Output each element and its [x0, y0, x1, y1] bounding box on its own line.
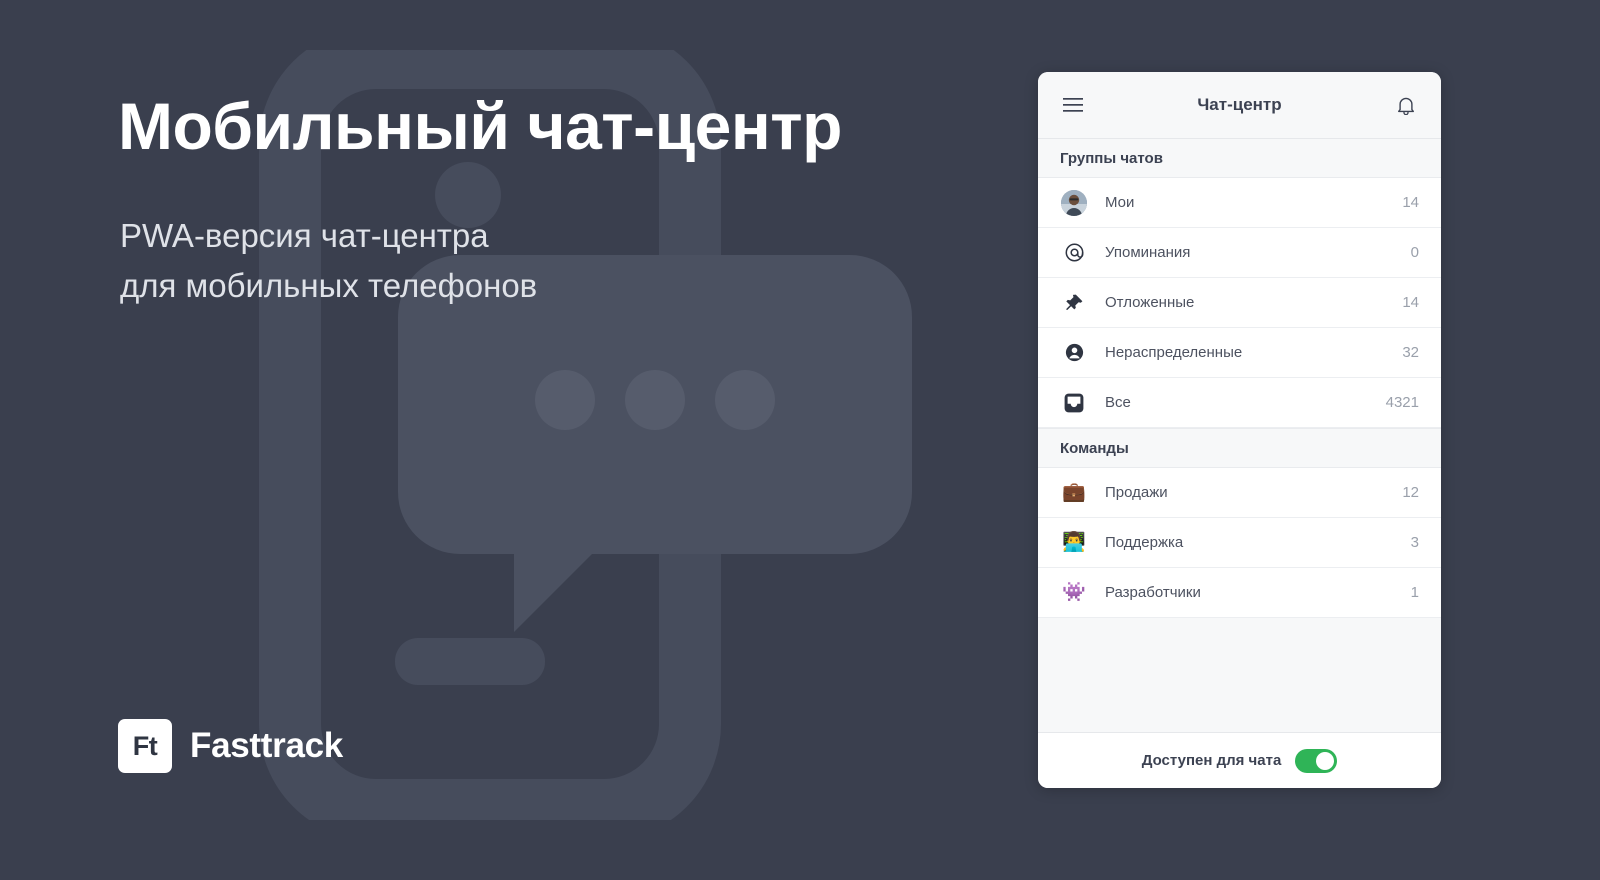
list-item-count: 14 — [1402, 294, 1419, 311]
list-item-all[interactable]: Все 4321 — [1038, 378, 1441, 428]
list-item-count: 0 — [1410, 244, 1419, 261]
page-title: Мобильный чат-центр — [118, 89, 842, 163]
status-bar: Доступен для чата — [1038, 733, 1441, 788]
user-avatar — [1060, 189, 1088, 216]
list-item-count: 1 — [1410, 584, 1419, 601]
list-item-unassigned[interactable]: Нераспределенные 32 — [1038, 328, 1441, 378]
list-item-label: Все — [1105, 394, 1131, 411]
inbox-tray-icon — [1060, 393, 1088, 413]
list-item-label: Поддержка — [1105, 534, 1184, 551]
brand-name: Fasttrack — [190, 726, 343, 765]
status-label: Доступен для чата — [1141, 752, 1282, 769]
page-subtitle-line-1: PWA-версия чат-центра — [120, 217, 489, 254]
section-header-chat-groups: Группы чатов — [1038, 139, 1441, 178]
list-item-count: 3 — [1410, 534, 1419, 551]
list-item-label: Упоминания — [1105, 244, 1191, 261]
list-item-support[interactable]: 👨‍💻 Поддержка 3 — [1038, 518, 1441, 568]
list-empty-area — [1038, 618, 1441, 733]
list-item-count: 12 — [1402, 484, 1419, 501]
list-item-postponed[interactable]: Отложенные 14 — [1038, 278, 1441, 328]
brand-mark-icon: Ft — [118, 719, 172, 773]
pushpin-icon — [1060, 293, 1088, 312]
list-item-sales[interactable]: 💼 Продажи 12 — [1038, 468, 1441, 518]
app-bar: Чат-центр — [1038, 72, 1441, 139]
mobile-chat-panel: Чат-центр Группы чатов Мои 14 Упоминания… — [1038, 72, 1441, 788]
hero-column: Мобильный чат-центр PWA-версия чат-центр… — [118, 0, 978, 880]
list-item-label: Нераспределенные — [1105, 344, 1243, 361]
section-header-teams: Команды — [1038, 428, 1441, 468]
list-item-label: Разработчики — [1105, 584, 1201, 601]
page-subtitle: PWA-версия чат-центра для мобильных теле… — [120, 211, 537, 312]
list-item-count: 32 — [1402, 344, 1419, 361]
list-item-my-chats[interactable]: Мои 14 — [1038, 178, 1441, 228]
list-item-label: Мои — [1105, 194, 1135, 211]
availability-toggle[interactable] — [1295, 748, 1338, 773]
person-circle-icon — [1060, 343, 1088, 362]
list-item-label: Отложенные — [1105, 294, 1195, 311]
notification-bell-icon[interactable] — [1391, 90, 1421, 120]
list-item-count: 14 — [1402, 194, 1419, 211]
list-item-label: Продажи — [1105, 484, 1168, 501]
at-sign-icon — [1060, 243, 1088, 262]
page-subtitle-line-2: для мобильных телефонов — [120, 267, 538, 305]
briefcase-emoji-icon: 💼 — [1062, 482, 1086, 503]
technologist-emoji-icon: 👨‍💻 — [1062, 532, 1086, 553]
app-title: Чат-центр — [1197, 95, 1282, 114]
hamburger-menu-icon[interactable] — [1058, 90, 1088, 120]
brand-logo: Ft Fasttrack — [118, 719, 343, 773]
list-item-mentions[interactable]: Упоминания 0 — [1038, 228, 1441, 278]
list-item-developers[interactable]: 👾 Разработчики 1 — [1038, 568, 1441, 618]
alien-monster-emoji-icon: 👾 — [1062, 582, 1086, 603]
list-item-count: 4321 — [1385, 394, 1419, 411]
